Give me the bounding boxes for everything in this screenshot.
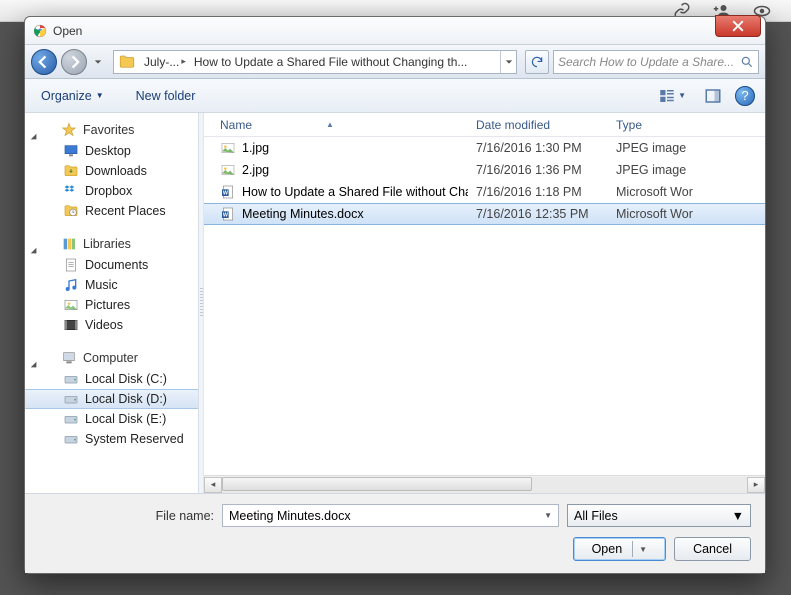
tree-item[interactable]: System Reserved bbox=[25, 429, 198, 449]
open-button[interactable]: Open▼ bbox=[573, 537, 667, 561]
help-button[interactable]: ? bbox=[735, 86, 755, 106]
dialog-title: Open bbox=[33, 24, 82, 38]
breadcrumb[interactable]: July-...▸ How to Update a Shared File wi… bbox=[113, 50, 517, 74]
navigation-pane[interactable]: FavoritesDesktopDownloadsDropboxRecent P… bbox=[25, 113, 199, 493]
breadcrumb-seg-1[interactable]: July-...▸ bbox=[140, 55, 190, 69]
tree-item[interactable]: Downloads bbox=[25, 161, 198, 181]
tree-item[interactable]: Videos bbox=[25, 315, 198, 335]
tree-item[interactable]: Music bbox=[25, 275, 198, 295]
file-list[interactable]: 1.jpg 7/16/2016 1:30 PM JPEG image 2.jpg… bbox=[204, 137, 765, 475]
nav-history-dropdown[interactable] bbox=[91, 49, 105, 75]
dialog-footer: File name: Meeting Minutes.docx▼ All Fil… bbox=[25, 494, 765, 573]
folder-icon bbox=[118, 53, 136, 71]
scroll-right-button[interactable]: ▸ bbox=[747, 477, 765, 493]
close-button[interactable] bbox=[715, 15, 761, 37]
view-options-button[interactable]: ▼ bbox=[653, 84, 691, 108]
filename-label: File name: bbox=[39, 509, 214, 523]
command-bar: Organize▼ New folder ▼ ? bbox=[25, 79, 765, 113]
file-row[interactable]: 2.jpg 7/16/2016 1:36 PM JPEG image bbox=[204, 159, 765, 181]
tree-item[interactable]: Local Disk (E:) bbox=[25, 409, 198, 429]
open-dialog: Open July-...▸ How to Update a Shared Fi… bbox=[24, 16, 766, 574]
file-row[interactable]: WMeeting Minutes.docx 7/16/2016 12:35 PM… bbox=[204, 203, 765, 225]
tree-item[interactable]: Pictures bbox=[25, 295, 198, 315]
tree-group[interactable]: Libraries bbox=[25, 233, 198, 255]
filename-input[interactable]: Meeting Minutes.docx▼ bbox=[222, 504, 559, 527]
tree-item[interactable]: Local Disk (D:) bbox=[25, 389, 198, 409]
tree-item[interactable]: Local Disk (C:) bbox=[25, 369, 198, 389]
tree-group[interactable]: Computer bbox=[25, 347, 198, 369]
scroll-left-button[interactable]: ◂ bbox=[204, 477, 222, 493]
column-type[interactable]: Type bbox=[608, 118, 765, 132]
nav-bar: July-...▸ How to Update a Shared File wi… bbox=[25, 45, 765, 79]
organize-menu[interactable]: Organize▼ bbox=[35, 85, 110, 107]
file-list-pane: Name▲ Date modified Type 1.jpg 7/16/2016… bbox=[204, 113, 765, 493]
column-date[interactable]: Date modified bbox=[468, 118, 608, 132]
tree-item[interactable]: Documents bbox=[25, 255, 198, 275]
cancel-button[interactable]: Cancel bbox=[674, 537, 751, 561]
scroll-track[interactable] bbox=[222, 477, 747, 493]
tree-item[interactable]: Dropbox bbox=[25, 181, 198, 201]
chrome-icon bbox=[33, 24, 47, 38]
preview-pane-button[interactable] bbox=[699, 84, 727, 108]
breadcrumb-dropdown[interactable] bbox=[500, 51, 516, 73]
tree-group[interactable]: Favorites bbox=[25, 119, 198, 141]
tree-item[interactable]: Recent Places bbox=[25, 201, 198, 221]
refresh-button[interactable] bbox=[525, 50, 549, 74]
column-name[interactable]: Name▲ bbox=[212, 118, 468, 132]
column-headers[interactable]: Name▲ Date modified Type bbox=[204, 113, 765, 137]
forward-button[interactable] bbox=[61, 49, 87, 75]
breadcrumb-seg-2[interactable]: How to Update a Shared File without Chan… bbox=[190, 55, 472, 69]
title-bar[interactable]: Open bbox=[25, 17, 765, 45]
search-input[interactable]: Search How to Update a Share... bbox=[553, 50, 759, 74]
scroll-thumb[interactable] bbox=[222, 477, 532, 491]
file-filter-dropdown[interactable]: All Files▼ bbox=[567, 504, 751, 527]
tree-item[interactable]: Desktop bbox=[25, 141, 198, 161]
file-row[interactable]: WHow to Update a Shared File without Cha… bbox=[204, 181, 765, 203]
file-row[interactable]: 1.jpg 7/16/2016 1:30 PM JPEG image bbox=[204, 137, 765, 159]
new-folder-button[interactable]: New folder bbox=[130, 85, 202, 107]
horizontal-scrollbar[interactable]: ◂ ▸ bbox=[204, 475, 765, 493]
search-icon bbox=[740, 55, 754, 69]
back-button[interactable] bbox=[31, 49, 57, 75]
